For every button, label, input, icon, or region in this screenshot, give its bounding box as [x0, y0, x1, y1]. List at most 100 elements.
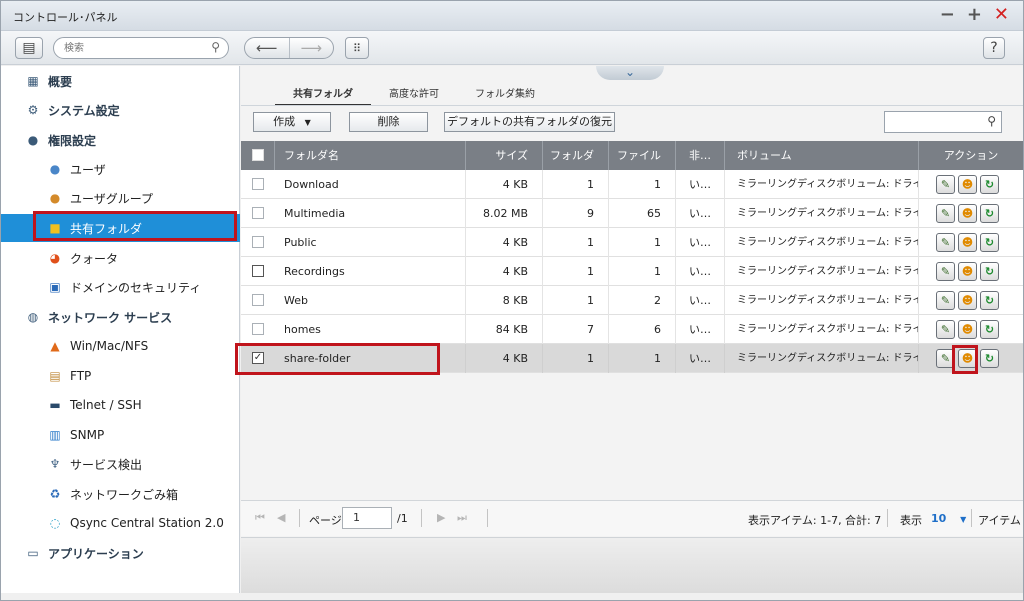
- next-page-button[interactable]: ▶: [437, 511, 445, 524]
- table-row[interactable]: Public 4 KB 1 1 い… ミラーリングディスクボリューム: ドライブ…: [241, 228, 1023, 257]
- apps-grid-button[interactable]: ⠿: [345, 37, 369, 59]
- back-button[interactable]: ⟵: [245, 38, 289, 58]
- sidebar-item-network-services[interactable]: ◍ ネットワーク サービス: [1, 303, 240, 331]
- refresh-icon[interactable]: ↻: [980, 291, 999, 310]
- row-checkbox[interactable]: [252, 178, 264, 190]
- tab-advanced-permissions[interactable]: 高度な許可: [371, 86, 457, 106]
- refresh-icon[interactable]: ↻: [980, 262, 999, 281]
- row-checkbox[interactable]: [252, 236, 264, 248]
- sidebar-item-label: ドメインのセキュリティ: [70, 280, 202, 295]
- sidebar-item-label: ユーザグループ: [70, 191, 154, 206]
- minimize-button[interactable]: −: [940, 5, 955, 25]
- tab-folder-aggregation[interactable]: フォルダ集約: [457, 86, 553, 106]
- maximize-button[interactable]: +: [967, 5, 982, 25]
- sidebar-item-users[interactable]: ● ユーザ: [1, 155, 240, 183]
- sidebar-item-qsync[interactable]: ◌ Qsync Central Station 2.0: [1, 509, 240, 537]
- tab-shared-folders[interactable]: 共有フォルダ: [275, 86, 371, 106]
- table-row[interactable]: Recordings 4 KB 1 1 い… ミラーリングディスクボリューム: …: [241, 257, 1023, 286]
- refresh-icon[interactable]: ↻: [980, 233, 999, 252]
- search-box[interactable]: ⚲: [53, 37, 229, 59]
- folder-name: homes: [275, 315, 466, 344]
- row-checkbox[interactable]: [252, 207, 264, 219]
- sidebar-item-label: ネットワークごみ箱: [70, 487, 179, 502]
- edit-properties-icon[interactable]: ✎: [936, 291, 955, 310]
- folder-search-box[interactable]: ⚲: [884, 111, 1002, 133]
- column-header-name[interactable]: フォルダ名: [275, 141, 466, 170]
- column-header-hidden[interactable]: 非…: [676, 141, 725, 170]
- folder-name: Multimedia: [275, 199, 466, 228]
- delete-button[interactable]: 削除: [349, 112, 428, 132]
- collapse-panel-button[interactable]: ⌄: [596, 66, 664, 80]
- sidebar-item-domain-security[interactable]: ▣ ドメインのセキュリティ: [1, 273, 240, 301]
- create-button[interactable]: 作成 ▼: [253, 112, 331, 132]
- edit-properties-icon[interactable]: ✎: [936, 175, 955, 194]
- page-number-input[interactable]: 1: [342, 507, 392, 529]
- folder-size: 84 KB: [466, 315, 543, 344]
- highlight-permission-button: [952, 345, 978, 374]
- sidebar-item-snmp[interactable]: ▥ SNMP: [1, 421, 240, 449]
- column-header-folders[interactable]: フォルダ: [543, 141, 609, 170]
- sidebar-item-overview[interactable]: ▦ 概要: [1, 67, 240, 95]
- table-row[interactable]: homes 84 KB 7 6 い… ミラーリングディスクボリューム: ドライブ…: [241, 315, 1023, 344]
- table-row[interactable]: Download 4 KB 1 1 い… ミラーリングディスクボリューム: ドラ…: [241, 170, 1023, 199]
- row-actions: ✎ ☻ ↻: [936, 233, 999, 252]
- edit-properties-icon[interactable]: ✎: [936, 233, 955, 252]
- refresh-icon[interactable]: ↻: [980, 175, 999, 194]
- row-actions: ✎ ☻ ↻: [936, 291, 999, 310]
- items-per-page-select[interactable]: 10 ▼: [931, 512, 966, 525]
- edit-properties-icon[interactable]: ✎: [936, 262, 955, 281]
- column-header-size[interactable]: サイズ: [466, 141, 543, 170]
- folder-count: 7: [543, 315, 609, 344]
- help-button[interactable]: ?: [983, 37, 1005, 59]
- edit-properties-icon[interactable]: ✎: [936, 204, 955, 223]
- first-page-button[interactable]: ⏮: [255, 511, 265, 525]
- edit-permissions-icon[interactable]: ☻: [958, 320, 977, 339]
- edit-permissions-icon[interactable]: ☻: [958, 204, 977, 223]
- select-all-checkbox[interactable]: [252, 149, 264, 161]
- items-label: アイテム: [978, 514, 1021, 527]
- sidebar-item-applications[interactable]: ▭ アプリケーション: [1, 539, 240, 567]
- sidebar-item-privilege-settings[interactable]: ● 権限設定: [1, 126, 240, 154]
- volume-value: ミラーリングディスクボリューム: ドライブ…: [725, 257, 919, 286]
- sidebar-toggle-button[interactable]: ▤: [15, 37, 43, 59]
- sidebar-item-label: システム設定: [48, 103, 120, 118]
- sidebar-item-ftp[interactable]: ▤ FTP: [1, 362, 240, 390]
- search-input[interactable]: [64, 41, 199, 56]
- hidden-value: い…: [676, 199, 725, 228]
- main-panel: ⌄ 共有フォルダ 高度な許可 フォルダ集約 作成 ▼ 削除 デフォルトの共有フォ…: [241, 66, 1023, 593]
- user-group-icon: ●: [49, 191, 61, 205]
- previous-page-button[interactable]: ◀: [277, 511, 285, 524]
- edit-permissions-icon[interactable]: ☻: [958, 175, 977, 194]
- restore-default-folders-button[interactable]: デフォルトの共有フォルダの復元: [444, 112, 615, 132]
- close-button[interactable]: ✕: [994, 5, 1009, 25]
- edit-permissions-icon[interactable]: ☻: [958, 233, 977, 252]
- sidebar-item-label: ネットワーク サービス: [48, 310, 173, 325]
- edit-permissions-icon[interactable]: ☻: [958, 291, 977, 310]
- table-row[interactable]: Web 8 KB 1 2 い… ミラーリングディスクボリューム: ドライブ… ✎…: [241, 286, 1023, 315]
- edit-properties-icon[interactable]: ✎: [936, 320, 955, 339]
- refresh-icon[interactable]: ↻: [980, 320, 999, 339]
- edit-permissions-icon[interactable]: ☻: [958, 262, 977, 281]
- row-checkbox[interactable]: [252, 323, 264, 335]
- refresh-icon[interactable]: ↻: [980, 349, 999, 368]
- sidebar-item-user-groups[interactable]: ● ユーザグループ: [1, 184, 240, 212]
- forward-button[interactable]: ⟶: [288, 38, 334, 58]
- column-header-volume[interactable]: ボリューム: [725, 141, 919, 170]
- row-checkbox[interactable]: [252, 294, 264, 306]
- sidebar-item-label: 概要: [48, 74, 73, 89]
- toolbar: ▤ ⚲ ⟵ ⟶ ⠿ ?: [1, 31, 1023, 65]
- column-header-files[interactable]: ファイル: [609, 141, 676, 170]
- file-count: 65: [609, 199, 676, 228]
- row-checkbox[interactable]: [252, 265, 264, 277]
- sidebar-item-network-recycle-bin[interactable]: ♻ ネットワークごみ箱: [1, 480, 240, 508]
- sidebar-item-quota[interactable]: ◕ クォータ: [1, 244, 240, 272]
- refresh-icon[interactable]: ↻: [980, 204, 999, 223]
- user-icon: ●: [49, 162, 61, 176]
- sidebar-item-service-discovery[interactable]: ♆ サービス検出: [1, 450, 240, 478]
- last-page-button[interactable]: ⏭: [457, 511, 467, 525]
- sidebar-item-telnet-ssh[interactable]: ▬ Telnet / SSH: [1, 391, 240, 419]
- sidebar-item-win-mac-nfs[interactable]: ▲ Win/Mac/NFS: [1, 332, 240, 360]
- sidebar-item-system-settings[interactable]: ⚙ システム設定: [1, 96, 240, 124]
- file-count: 1: [609, 228, 676, 257]
- table-row[interactable]: Multimedia 8.02 MB 9 65 い… ミラーリングディスクボリュ…: [241, 199, 1023, 228]
